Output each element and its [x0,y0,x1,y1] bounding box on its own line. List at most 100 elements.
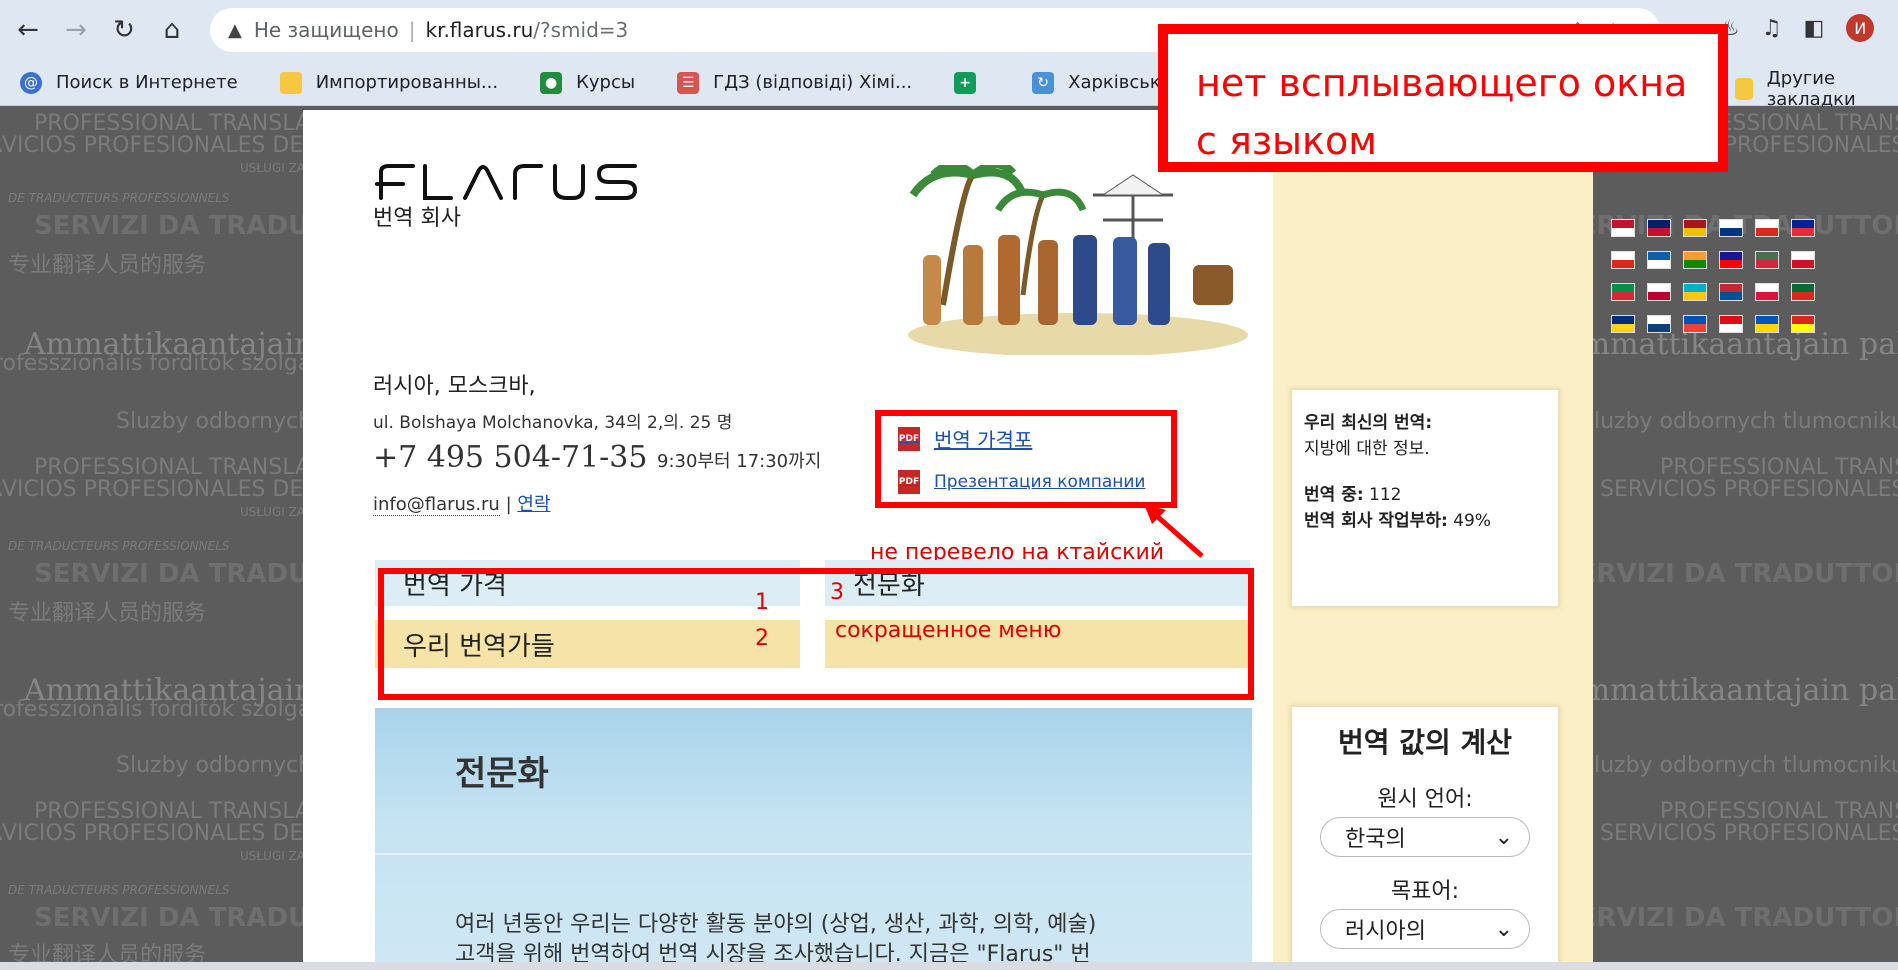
language-flag-icon[interactable] [1648,316,1670,332]
language-flag-icon[interactable] [1756,316,1778,332]
phone-number: +7 495 504-71-35 9:30부터 17:30까지 [373,440,821,475]
section-text-line: 여러 년동안 우리는 다양한 활동 분야의 (상업, 생산, 과학, 의학, 예… [455,912,1097,937]
target-language-select[interactable]: 러시아의 ⌄ [1320,909,1530,949]
language-flag-icon[interactable] [1684,220,1706,236]
window-bottom-edge [0,962,1898,970]
pdf-icon: PDF [898,470,920,494]
watermark-text: Sluzby odbornych tlumocniku [1580,753,1898,778]
chevron-down-icon: ⌄ [1494,824,1513,850]
bookmark-label: Импортированны... [315,72,499,93]
watermark-text: SERVICIOS PROFESIONALES DE LOS TRADUCTOR… [1600,821,1898,846]
in-progress-label: 번역 중: [1304,485,1364,505]
annotation-number: 3 [830,580,844,605]
language-flag-icon[interactable] [1612,316,1634,332]
load-label: 번역 회사 작업부하: [1304,511,1448,531]
contact-link[interactable]: 연락 [517,494,550,515]
forward-icon[interactable]: → [56,10,96,50]
language-flag-icon[interactable] [1648,220,1670,236]
annotation-short-menu: сокращенное меню [835,618,1062,643]
pdf-icon: PDF [898,426,920,451]
annotation-number: 2 [755,626,769,651]
toolbar-right: ♨ ♫ ◧ И ⋮ [1720,14,1898,42]
language-flag-icon[interactable] [1720,316,1742,332]
bookmark-label: Курсы [576,72,636,93]
target-language-value: 러시아의 [1345,919,1426,944]
language-flag-icon[interactable] [1720,284,1742,300]
email-link[interactable]: info@flarus.ru [373,494,500,516]
watermark-text: 专业翻译人员的服务 [8,601,207,626]
reload-icon[interactable]: ↻ [104,10,144,50]
language-flag-icon[interactable] [1612,252,1634,268]
classroom-icon: ● [540,71,563,94]
refresh-site-icon: ↻ [1032,71,1055,94]
load-value: 49% [1453,511,1491,531]
language-flag-icon[interactable] [1720,220,1742,236]
source-language-label: 원시 언어: [1377,787,1473,812]
presentation-pdf-link[interactable]: PDF Презентация компании [898,470,1145,494]
search-engine-icon: @ [20,71,42,94]
language-flag-icon[interactable] [1684,284,1706,300]
language-flag-icon[interactable] [1684,252,1706,268]
url-host[interactable]: kr.flarus.ru [425,18,533,42]
language-flag-icon[interactable] [1756,284,1778,300]
bookmark-search[interactable]: @ Поиск в Интернете [20,71,238,94]
price-list-label: 번역 가격포 [934,428,1033,452]
other-bookmarks-label: Другие закладки [1766,68,1856,110]
chevron-down-icon: ⌄ [1494,916,1513,942]
section-title: 전문화 [455,754,549,794]
language-flag-icon[interactable] [1612,220,1634,236]
profile-avatar[interactable]: И [1846,14,1875,42]
phone-value[interactable]: +7 495 504-71-35 [373,440,647,475]
target-language-label: 목표어: [1390,879,1460,904]
watermark-text: DE TRADUCTEURS PROFESSIONNELS [8,539,230,553]
language-flag-icon[interactable] [1792,316,1814,332]
watermark-text: 专业翻译人员的服务 [8,253,207,278]
in-progress-value: 112 [1369,485,1402,505]
contact-separator: | [505,494,512,515]
bookmark-imported[interactable]: Импортированны... [279,71,499,94]
folder-icon [279,71,302,94]
language-flag-icon[interactable] [1792,284,1814,300]
bookmark-label: ГДЗ (відповіді) Хімі... [713,72,913,93]
stats-widget: 우리 최신의 번역: 지방에 대한 정보. 번역 중: 112 번역 회사 작업… [1290,388,1560,608]
annotation-popup-text: нет всплывающего окна с языком [1196,61,1688,163]
language-flag-icon[interactable] [1720,252,1742,268]
home-icon[interactable]: ⌂ [152,10,192,50]
back-icon[interactable]: ← [8,10,48,50]
security-label[interactable]: Не защищено [254,18,399,42]
annotation-number: 1 [755,590,769,615]
language-flag-icon[interactable] [1648,252,1670,268]
price-list-pdf-link[interactable]: PDF 번역 가격포 [898,424,1032,453]
watermark-text: SERVIZI DA TRADUTTORI PROFESSIONISTI [1560,559,1898,589]
specialization-section: 전문화 여러 년동안 우리는 다양한 활동 분야의 (상업, 생산, 과학, 의… [375,708,1252,967]
watermark-text: DE TRADUCTEURS PROFESSIONNELS [8,191,230,205]
watermark-text: Ammattikaantajain palvelut [1560,327,1898,362]
language-flag-icon[interactable] [1684,316,1706,332]
media-icon[interactable]: ♫ [1762,16,1782,41]
other-bookmarks[interactable]: Другие закладки [1735,68,1898,110]
plus-icon: + [954,71,977,94]
source-language-value: 한국의 [1345,827,1406,852]
language-flag-icon[interactable] [1648,284,1670,300]
address-city: 러시아, 모스크바, [373,374,536,399]
annotation-box-menu [378,568,1254,700]
language-flag-icon[interactable] [1612,284,1634,300]
sidepanel-icon[interactable]: ◧ [1803,16,1824,41]
language-flag-icon[interactable] [1756,220,1778,236]
latest-label: 우리 최신의 번역: [1304,413,1433,433]
logo-subtitle: 번역 회사 [373,206,461,231]
language-flag-icon[interactable] [1792,252,1814,268]
section-divider [375,853,1252,855]
language-flag-icon[interactable] [1792,220,1814,236]
source-language-select[interactable]: 한국의 ⌄ [1320,817,1530,857]
language-flag-icon[interactable] [1756,252,1778,268]
address-street: ul. Bolshaya Molchanovka, 34의 2,의. 25 명 [373,413,733,433]
bookmark-plus[interactable]: + [954,71,990,94]
bookmark-gdz[interactable]: ☰ ГДЗ (відповіді) Хімі... [677,71,913,94]
contact-row: info@flarus.ru | 연락 [373,490,551,516]
warning-icon[interactable]: ▲ [228,20,242,41]
bookmark-courses[interactable]: ● Курсы [540,71,636,94]
tribal-illustration [903,165,1253,355]
calculator-title: 번역 값의 계산 [1337,726,1513,759]
url-path[interactable]: /?smid=3 [533,18,628,42]
